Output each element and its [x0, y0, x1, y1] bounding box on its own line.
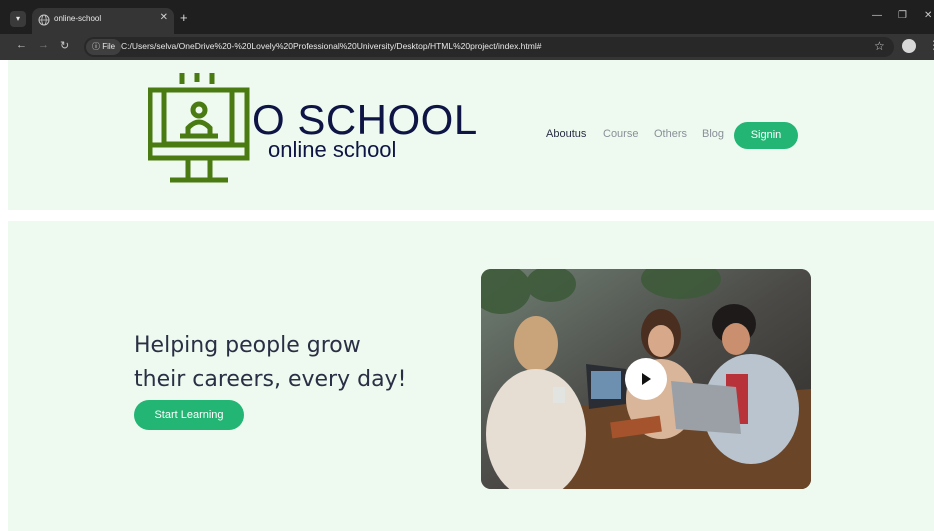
bookmark-star-icon[interactable]: ☆ — [874, 39, 885, 53]
url-text[interactable]: C:/Users/selva/OneDrive%20-%20Lovely%20P… — [121, 41, 541, 51]
headline-line-2: their careers, every day! — [134, 367, 407, 392]
restore-icon[interactable]: ❐ — [898, 10, 907, 21]
nav-aboutus[interactable]: Aboutus — [546, 128, 586, 140]
play-icon — [642, 373, 651, 385]
browser-toolbar: ← → ↻ ⓘ File C:/Users/selva/OneDrive%20-… — [0, 34, 934, 60]
signin-button[interactable]: Signin — [734, 122, 798, 149]
tab-search-button[interactable]: ▾ — [10, 11, 26, 27]
nav-others[interactable]: Others — [654, 128, 687, 140]
file-info-chip[interactable]: ⓘ File — [86, 39, 122, 55]
start-learning-button[interactable]: Start Learning — [134, 400, 244, 430]
minimize-icon[interactable]: — — [872, 10, 882, 21]
nav-course[interactable]: Course — [603, 128, 638, 140]
browser-tab[interactable]: online-school ✕ — [32, 8, 174, 34]
menu-icon[interactable]: ⋮ — [928, 38, 934, 52]
logo-subtitle: online school — [268, 137, 397, 162]
hero-section: Helping people grow their careers, every… — [8, 221, 934, 531]
tab-title: online-school — [54, 14, 102, 23]
page: O SCHOOL online school Aboutus Course Ot… — [0, 60, 934, 531]
nav-blog[interactable]: Blog — [702, 128, 724, 140]
headline-line-1: Helping people grow — [134, 333, 361, 358]
globe-icon — [38, 14, 50, 26]
window-close-icon[interactable]: ✕ — [924, 10, 932, 21]
site-header: O SCHOOL online school Aboutus Course Ot… — [8, 60, 934, 210]
new-tab-button[interactable]: + — [180, 10, 188, 25]
monitor-teacher-icon[interactable] — [148, 70, 258, 200]
hero-headline: Helping people grow their careers, every… — [134, 329, 406, 397]
forward-icon[interactable]: → — [38, 39, 49, 51]
close-icon[interactable]: ✕ — [160, 12, 168, 23]
profile-avatar-icon[interactable] — [902, 39, 916, 53]
reload-icon[interactable]: ↻ — [60, 39, 69, 52]
address-bar[interactable]: ⓘ File C:/Users/selva/OneDrive%20-%20Lov… — [84, 37, 894, 57]
browser-tabstrip: ▾ online-school ✕ + — ❐ ✕ — [0, 0, 934, 34]
hero-video[interactable] — [481, 269, 811, 489]
play-button[interactable] — [625, 358, 667, 400]
back-icon[interactable]: ← — [16, 39, 27, 51]
